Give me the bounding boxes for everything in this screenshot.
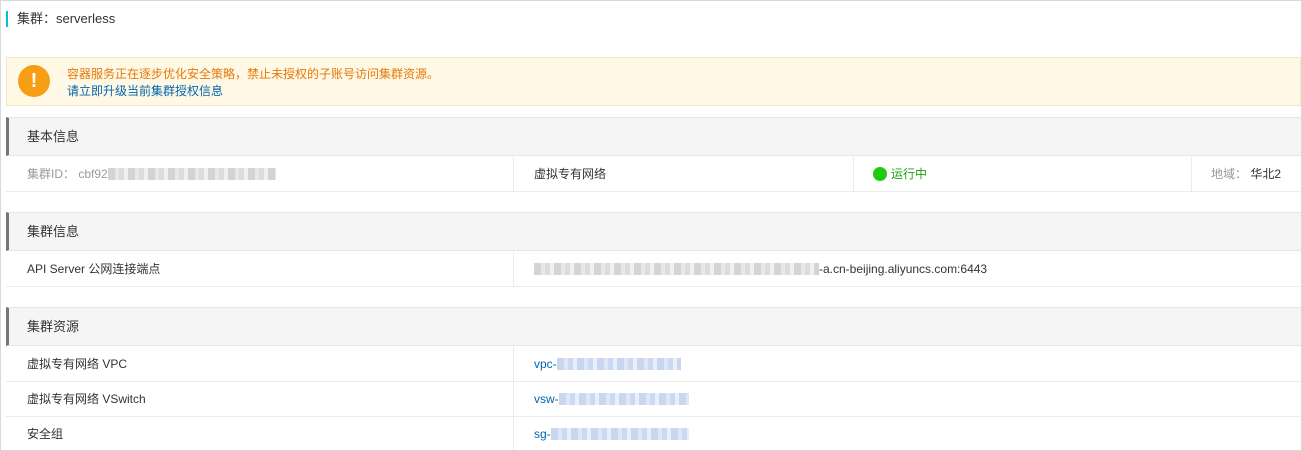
- section-heading-cluster-info: 集群信息: [6, 212, 1301, 251]
- divider: [513, 382, 514, 416]
- running-status-icon: [873, 167, 887, 181]
- security-notice: ! 容器服务正在逐步优化安全策略，禁止未授权的子账号访问集群资源。 请立即升级当…: [6, 57, 1301, 106]
- api-server-row: API Server 公网连接端点 -a.cn-beijing.aliyuncs…: [6, 252, 1301, 287]
- region-value: 华北2: [1250, 167, 1282, 181]
- divider: [1191, 157, 1192, 191]
- vpc-label: 虚拟专有网络 VPC: [27, 357, 128, 371]
- security-group-label: 安全组: [27, 427, 64, 441]
- vpc-link[interactable]: vpc-: [534, 347, 934, 381]
- divider: [513, 252, 514, 286]
- vswitch-link[interactable]: vsw-: [534, 382, 934, 416]
- notice-message: 容器服务正在逐步优化安全策略，禁止未授权的子账号访问集群资源。: [67, 67, 440, 81]
- warning-icon: !: [18, 65, 50, 97]
- basic-info-row: 集群ID： cbf92 虚拟专有网络 运行中 地域： 华北2: [6, 157, 1301, 192]
- vpc-prefix: vpc-: [534, 357, 557, 371]
- section-heading-cluster-resources: 集群资源: [6, 307, 1301, 346]
- cluster-id-label: 集群ID：: [27, 167, 76, 181]
- page-title: 集群：serverless: [6, 11, 115, 27]
- divider: [513, 157, 514, 191]
- redacted-endpoint: [534, 263, 819, 275]
- api-server-label: API Server 公网连接端点: [27, 262, 161, 276]
- security-group-link[interactable]: sg-: [534, 417, 934, 450]
- security-group-prefix: sg-: [534, 427, 551, 441]
- status-text: 运行中: [891, 167, 928, 181]
- divider: [513, 417, 514, 450]
- api-server-endpoint: -a.cn-beijing.aliyuncs.com:6443: [534, 252, 1294, 286]
- cluster-id-value: cbf92: [78, 167, 108, 181]
- resource-row-vswitch: 虚拟专有网络 VSwitch vsw-: [6, 382, 1301, 417]
- cluster-status: 运行中: [873, 157, 1173, 191]
- redacted-cluster-id: [107, 168, 276, 180]
- api-server-suffix: -a.cn-beijing.aliyuncs.com:6443: [819, 262, 988, 276]
- resource-row-vpc: 虚拟专有网络 VPC vpc-: [6, 347, 1301, 382]
- vswitch-label: 虚拟专有网络 VSwitch: [27, 392, 146, 406]
- upgrade-authorization-link[interactable]: 请立即升级当前集群授权信息: [67, 84, 223, 98]
- divider: [513, 347, 514, 381]
- resource-row-security-group: 安全组 sg-: [6, 417, 1301, 450]
- region-label: 地域：: [1211, 167, 1248, 181]
- region: 地域： 华北2: [1211, 157, 1299, 191]
- network-type: 虚拟专有网络: [534, 167, 607, 181]
- cluster-detail-panel: 集群：serverless ! 容器服务正在逐步优化安全策略，禁止未授权的子账号…: [0, 0, 1302, 451]
- redacted-vswitch-id: [558, 393, 689, 405]
- vswitch-prefix: vsw-: [534, 392, 559, 406]
- cluster-id: 集群ID： cbf92: [27, 157, 507, 191]
- redacted-security-group-id: [550, 428, 689, 440]
- divider: [853, 157, 854, 191]
- redacted-vpc-id: [556, 358, 681, 370]
- section-heading-basic-info: 基本信息: [6, 117, 1301, 156]
